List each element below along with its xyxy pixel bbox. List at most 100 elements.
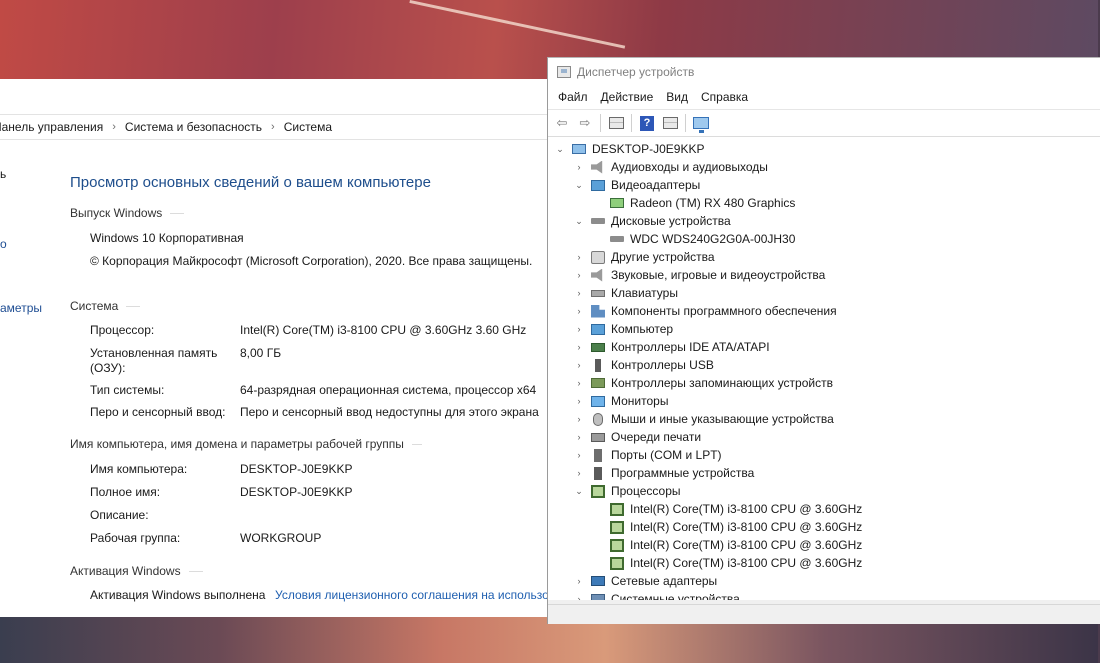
- tree-device[interactable]: Intel(R) Core(TM) i3-8100 CPU @ 3.60GHz: [610, 518, 862, 536]
- system-window: Панель управления › Система и безопаснос…: [0, 79, 549, 617]
- chevron-right-icon[interactable]: ›: [574, 270, 584, 280]
- disk-icon: [591, 218, 605, 224]
- full-name-value: DESKTOP-J0E9KKP: [240, 485, 353, 499]
- breadcrumb: Панель управления › Система и безопаснос…: [0, 114, 548, 140]
- tree-category[interactable]: › Звуковые, игровые и видеоустройства: [574, 266, 826, 284]
- chevron-down-icon[interactable]: ⌄: [555, 144, 565, 155]
- tree-category[interactable]: ⌄ Дисковые устройства: [574, 212, 731, 230]
- back-arrow-icon[interactable]: ⇦: [552, 114, 572, 132]
- breadcrumb-separator-icon[interactable]: ›: [271, 121, 275, 133]
- tree-category[interactable]: › Очереди печати: [574, 428, 702, 446]
- menu-view[interactable]: Вид: [666, 90, 688, 104]
- chevron-right-icon[interactable]: ›: [574, 306, 584, 316]
- device-manager-window: Диспетчер устройств Файл Действие Вид Сп…: [547, 57, 1100, 624]
- description-label: Описание:: [90, 508, 149, 522]
- tree-category[interactable]: › Мониторы: [574, 392, 669, 410]
- license-terms-link[interactable]: Условия лицензионного соглашения на испо…: [275, 588, 549, 602]
- breadcrumb-system-security[interactable]: Система и безопасность: [125, 120, 262, 134]
- tree-category-label: Аудиовходы и аудиовыходы: [611, 160, 768, 174]
- title-bar[interactable]: Диспетчер устройств: [548, 58, 1100, 85]
- properties-grid-icon[interactable]: [606, 114, 626, 132]
- menu-action[interactable]: Действие: [601, 90, 654, 104]
- chevron-right-icon[interactable]: ›: [574, 468, 584, 478]
- chevron-right-icon[interactable]: ›: [574, 450, 584, 460]
- chevron-right-icon[interactable]: ›: [574, 576, 584, 586]
- tree-category[interactable]: › Программные устройства: [574, 464, 755, 482]
- computer-icon: [591, 323, 605, 335]
- tree-category[interactable]: › Сетевые адаптеры: [574, 572, 718, 590]
- storage-controller-icon: [591, 378, 605, 388]
- scan-hardware-icon[interactable]: [691, 114, 711, 133]
- chevron-down-icon[interactable]: ⌄: [574, 180, 584, 191]
- tree-category[interactable]: › Аудиовходы и аудиовыходы: [574, 158, 768, 176]
- cpu-icon: [591, 484, 605, 498]
- usb-icon: [595, 358, 601, 372]
- tree-category-label: Порты (COM и LPT): [611, 448, 722, 462]
- chevron-right-icon[interactable]: ›: [574, 324, 584, 334]
- tree-category-label: Контроллеры USB: [611, 358, 714, 372]
- tree-device[interactable]: Radeon (TM) RX 480 Graphics: [610, 194, 795, 212]
- tree-category[interactable]: › Порты (COM и LPT): [574, 446, 722, 464]
- port-icon: [594, 448, 602, 462]
- breadcrumb-separator-icon[interactable]: ›: [112, 121, 116, 133]
- chevron-right-icon[interactable]: ›: [574, 342, 584, 352]
- tree-category[interactable]: › Компоненты программного обеспечения: [574, 302, 837, 320]
- chevron-right-icon[interactable]: ›: [574, 432, 584, 442]
- system-header: Система: [70, 299, 141, 313]
- edition-header: Выпуск Windows: [70, 206, 185, 220]
- tree-category-label: Программные устройства: [611, 466, 755, 480]
- cpu-core-icon: [610, 538, 624, 552]
- processor-value: Intel(R) Core(TM) i3-8100 CPU @ 3.60GHz …: [240, 323, 527, 337]
- window-title: Диспетчер устройств: [577, 64, 695, 79]
- sidebar-fragment-3[interactable]: аметры: [0, 301, 42, 315]
- menu-help[interactable]: Справка: [701, 90, 748, 104]
- breadcrumb-control-panel[interactable]: Панель управления: [0, 120, 103, 134]
- chevron-down-icon[interactable]: ⌄: [574, 486, 584, 497]
- chevron-down-icon[interactable]: ⌄: [574, 216, 584, 227]
- tree-category[interactable]: › Клавиатуры: [574, 284, 678, 302]
- tree-device[interactable]: Intel(R) Core(TM) i3-8100 CPU @ 3.60GHz: [610, 536, 862, 554]
- tree-category[interactable]: › Контроллеры USB: [574, 356, 714, 374]
- tree-category[interactable]: › Контроллеры запоминающих устройств: [574, 374, 833, 392]
- edition-name: Windows 10 Корпоративная: [90, 231, 244, 245]
- activation-header: Активация Windows: [70, 564, 203, 578]
- activation-status: Активация Windows выполнена: [90, 588, 266, 602]
- toolbar-separator: [685, 114, 686, 132]
- system-type-value: 64-разрядная операционная система, проце…: [240, 383, 537, 397]
- chevron-right-icon[interactable]: ›: [574, 360, 584, 370]
- update-driver-icon[interactable]: [660, 114, 680, 132]
- tree-category[interactable]: ⌄ Видеоадаптеры: [574, 176, 700, 194]
- tree-category[interactable]: › Системные устройства: [574, 590, 740, 600]
- tree-device-label: Intel(R) Core(TM) i3-8100 CPU @ 3.60GHz: [630, 502, 863, 516]
- sidebar-fragment-2[interactable]: о: [0, 237, 7, 251]
- gpu-device-icon: [610, 198, 624, 208]
- tree-root[interactable]: ⌄ DESKTOP-J0E9KKP: [555, 140, 704, 158]
- tree-category[interactable]: › Другие устройства: [574, 248, 715, 266]
- chevron-right-icon[interactable]: ›: [574, 162, 584, 172]
- tree-device[interactable]: Intel(R) Core(TM) i3-8100 CPU @ 3.60GHz: [610, 554, 862, 572]
- chevron-right-icon[interactable]: ›: [574, 396, 584, 406]
- tree-category-label: Контроллеры IDE ATA/ATAPI: [611, 340, 770, 354]
- sidebar-fragment-1[interactable]: ь: [0, 167, 6, 181]
- monitor-icon: [591, 395, 605, 407]
- chevron-right-icon[interactable]: ›: [574, 288, 584, 298]
- menu-file[interactable]: Файл: [558, 90, 588, 104]
- chevron-right-icon[interactable]: ›: [574, 414, 584, 424]
- tree-device-label: Intel(R) Core(TM) i3-8100 CPU @ 3.60GHz: [630, 556, 863, 570]
- tree-category[interactable]: › Компьютер: [574, 320, 674, 338]
- display-adapter-icon: [591, 179, 605, 191]
- cpu-core-icon: [610, 520, 624, 534]
- chevron-right-icon[interactable]: ›: [574, 252, 584, 262]
- tree-device-label: Radeon (TM) RX 480 Graphics: [630, 196, 796, 210]
- network-adapter-icon: [591, 576, 605, 586]
- tree-device[interactable]: Intel(R) Core(TM) i3-8100 CPU @ 3.60GHz: [610, 500, 862, 518]
- chevron-right-icon[interactable]: ›: [574, 378, 584, 388]
- tree-category[interactable]: › Контроллеры IDE ATA/ATAPI: [574, 338, 770, 356]
- computer-name-value: DESKTOP-J0E9KKP: [240, 462, 353, 476]
- tree-device[interactable]: WDC WDS240G2G0A-00JH30: [610, 230, 795, 248]
- help-icon[interactable]: ?: [637, 114, 657, 132]
- tree-category[interactable]: ⌄ Процессоры: [574, 482, 680, 500]
- breadcrumb-system[interactable]: Система: [284, 120, 332, 134]
- tree-category[interactable]: › Мыши и иные указывающие устройства: [574, 410, 834, 428]
- forward-arrow-icon[interactable]: ⇨: [575, 114, 595, 132]
